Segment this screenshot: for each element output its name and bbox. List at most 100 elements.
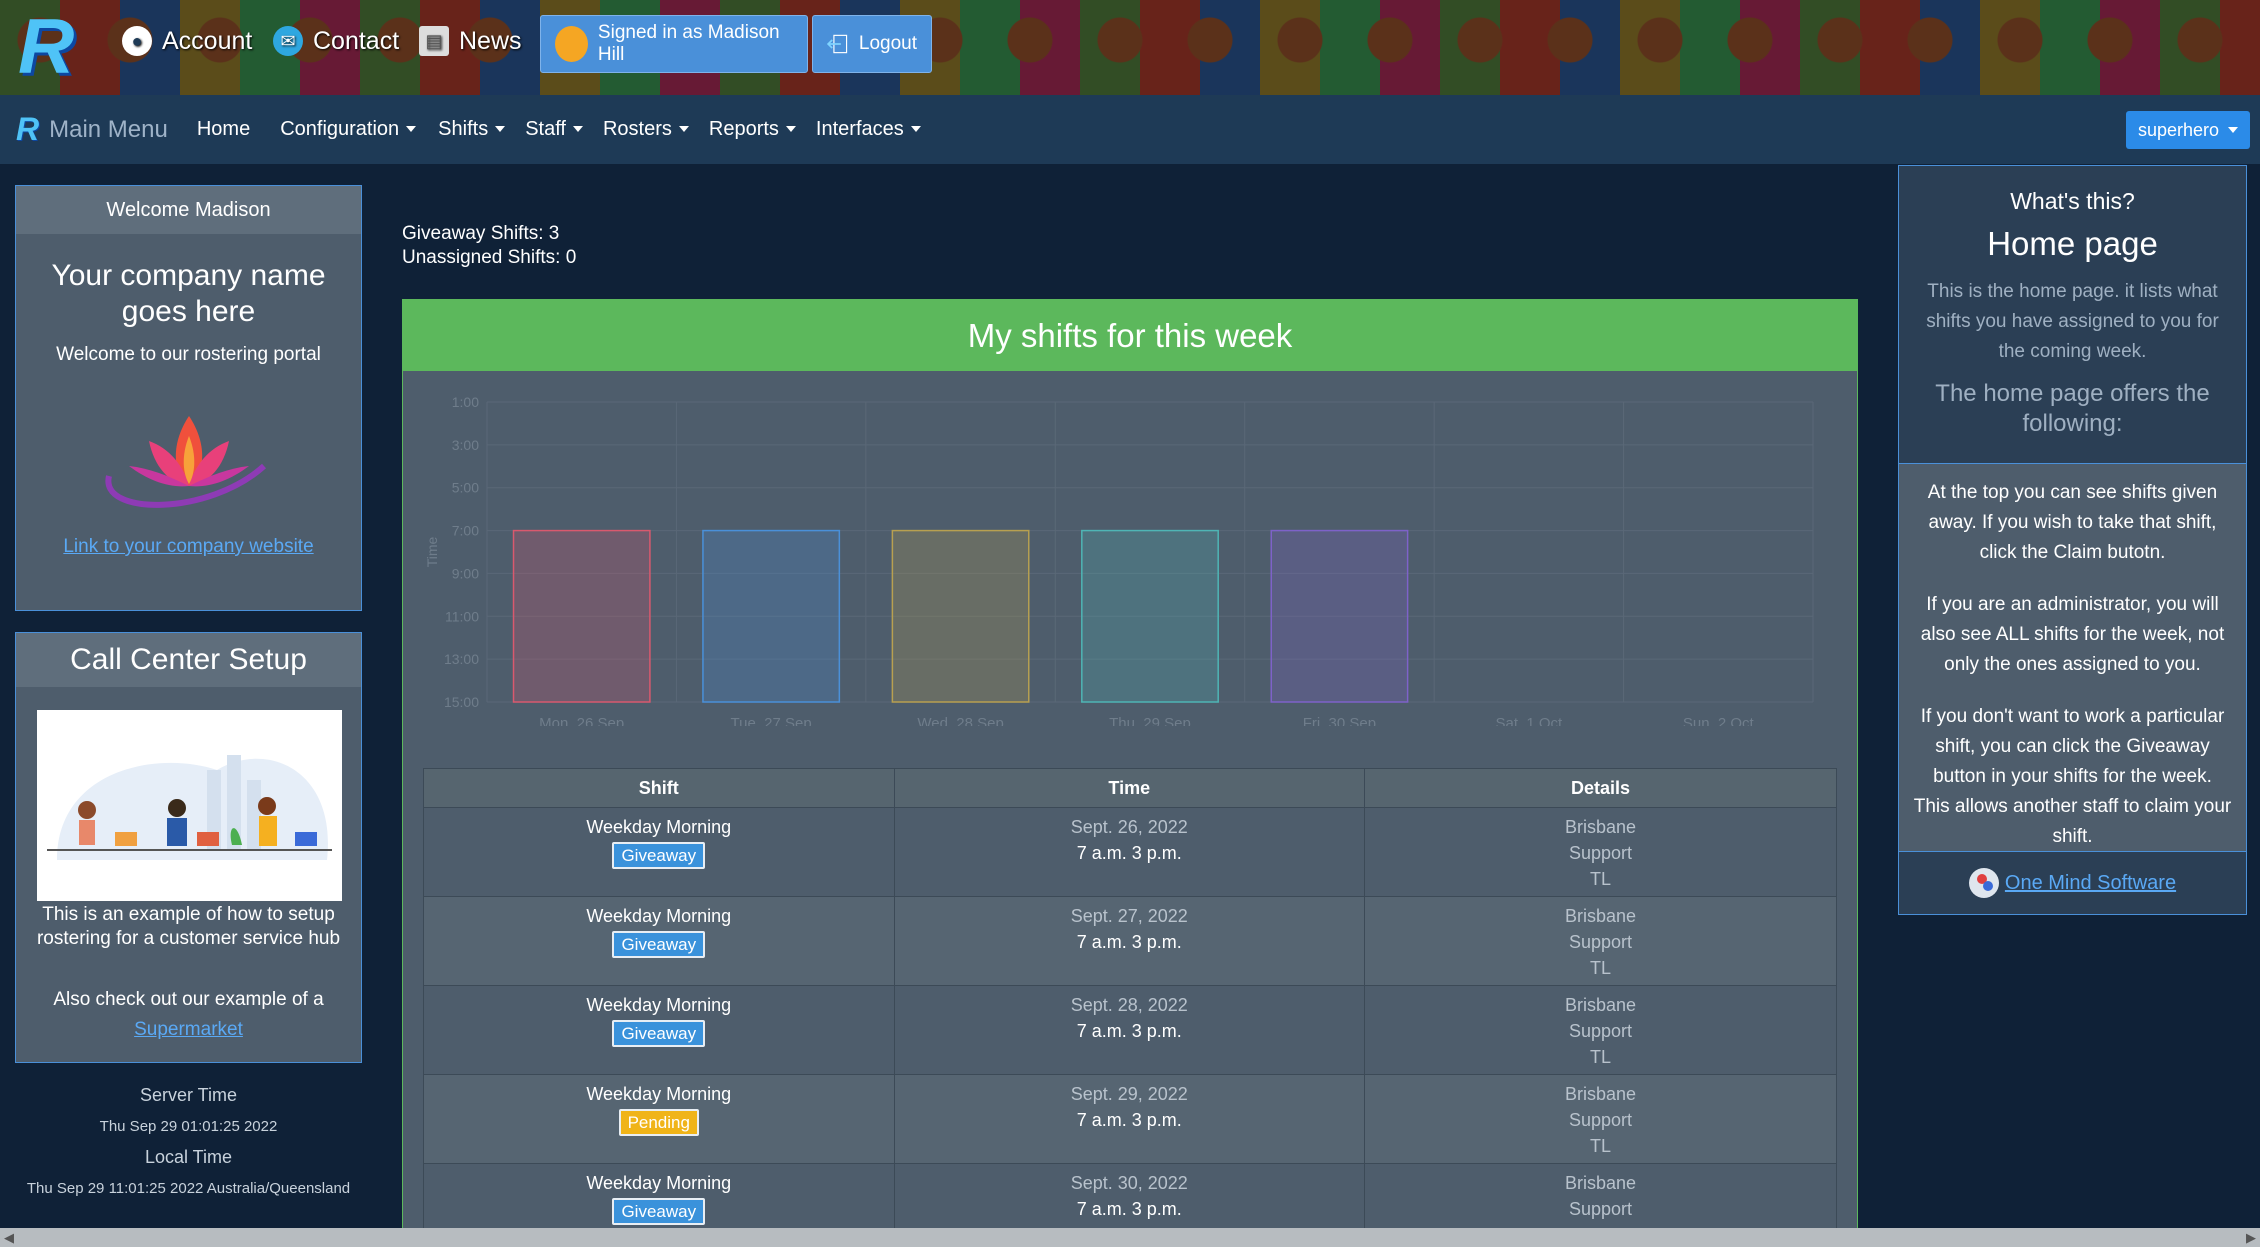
chart-y-axis-label: Time bbox=[424, 536, 440, 567]
shift-cell: Weekday Morning Pending bbox=[423, 1074, 895, 1164]
server-time-value: Thu Sep 29 01:01:25 2022 bbox=[99, 1118, 278, 1135]
detail-role: TL bbox=[1590, 869, 1612, 889]
unassigned-count: Unassigned Shifts: 0 bbox=[402, 247, 577, 268]
signed-in-button[interactable]: Signed in as Madison Hill bbox=[540, 15, 808, 73]
local-time-label: Local Time bbox=[144, 1147, 233, 1167]
one-mind-software-link[interactable]: One Mind Software bbox=[2005, 872, 2176, 895]
nav-rosters[interactable]: Rosters bbox=[603, 118, 689, 141]
column-header-details: Details bbox=[1364, 768, 1837, 808]
nav-home[interactable]: Home bbox=[197, 118, 250, 141]
app-logo[interactable]: R bbox=[18, 6, 74, 86]
shift-name: Weekday Morning bbox=[586, 817, 732, 837]
welcome-text: Welcome to our rostering portal bbox=[56, 344, 321, 365]
giveaway-button[interactable]: Giveaway bbox=[612, 1198, 706, 1225]
user-icon: ● bbox=[122, 26, 152, 56]
nav-interfaces[interactable]: Interfaces bbox=[816, 118, 921, 141]
chart-bar bbox=[1081, 529, 1219, 703]
help-paragraph-1: At the top you can see shifts given away… bbox=[1927, 482, 2218, 563]
details-cell: Brisbane Support TL bbox=[1364, 1074, 1837, 1164]
callcenter-also: Also check out our example of a Supermar… bbox=[26, 985, 351, 1045]
details-cell: Brisbane Support TL bbox=[1364, 985, 1837, 1075]
callcenter-card-header: Call Center Setup bbox=[16, 633, 361, 687]
news-link-label: News bbox=[459, 26, 522, 55]
table-row: Weekday Morning Pending Sept. 29, 2022 7 a.… bbox=[423, 1074, 1837, 1164]
chart-bar bbox=[891, 529, 1030, 703]
chart-x-tick: Sat, 1 Oct bbox=[1496, 715, 1564, 726]
chart-x-tick: Tue, 27 Sep bbox=[731, 715, 812, 726]
help-question: What's this? bbox=[2010, 188, 2135, 214]
local-time-value: Thu Sep 29 11:01:25 2022 Australia/Queen… bbox=[26, 1180, 351, 1197]
theme-dropdown[interactable]: superhero bbox=[2125, 111, 2250, 149]
time-cell: Sept. 26, 2022 7 a.m. 3 p.m. bbox=[893, 807, 1366, 897]
column-header-shift: Shift bbox=[423, 768, 895, 808]
contact-link-label: Contact bbox=[313, 26, 400, 55]
logout-button[interactable]: Logout bbox=[812, 15, 932, 73]
my-shifts-title: My shifts for this week bbox=[403, 300, 1857, 371]
shift-time: 7 a.m. 3 p.m. bbox=[1076, 1110, 1182, 1130]
chart-y-tick: 3:00 bbox=[452, 437, 479, 453]
contact-link[interactable]: ✉ Contact bbox=[273, 26, 399, 56]
help-panel: What's this? Home page This is the home … bbox=[1898, 165, 2247, 915]
detail-team: Support bbox=[1568, 843, 1633, 863]
giveaway-button[interactable]: Giveaway bbox=[612, 842, 706, 869]
nav-staff[interactable]: Staff bbox=[525, 118, 583, 141]
shift-time: 7 a.m. 3 p.m. bbox=[1076, 1199, 1182, 1219]
brain-icon bbox=[1968, 868, 1999, 898]
shift-chart: 1:00 3:00 5:00 7:00 9:00 11:00 13:00 15:00 Mon, … bbox=[424, 394, 1814, 726]
welcome-card: Welcome Madison Your company name goes h… bbox=[15, 185, 362, 611]
pending-button[interactable]: Pending bbox=[618, 1109, 699, 1136]
chart-y-tick: 15:00 bbox=[444, 694, 479, 710]
welcome-card-header: Welcome Madison bbox=[16, 186, 361, 234]
help-paragraph-3: If you don't want to work a particular s… bbox=[1913, 706, 2232, 847]
help-offers: The home page offers the following: bbox=[1935, 380, 2210, 437]
nav-configuration[interactable]: Configuration bbox=[280, 118, 416, 141]
table-row: Weekday Morning Giveaway Sept. 27, 2022 7 a… bbox=[423, 896, 1837, 986]
help-body: At the top you can see shifts given away… bbox=[1899, 464, 2246, 852]
giveaway-button[interactable]: Giveaway bbox=[612, 931, 706, 958]
callcenter-description: This is an example of how to setup roste… bbox=[36, 904, 341, 949]
company-website-link[interactable]: Link to your company website bbox=[16, 536, 361, 558]
news-link[interactable]: ▤ News bbox=[419, 26, 522, 56]
horizontal-scrollbar[interactable]: ◀ ▶ bbox=[0, 1228, 2260, 1247]
shift-name: Weekday Morning bbox=[586, 995, 732, 1015]
account-link-label: Account bbox=[162, 26, 253, 55]
account-link[interactable]: ● Account bbox=[122, 26, 252, 56]
shift-time: 7 a.m. 3 p.m. bbox=[1076, 1021, 1182, 1041]
help-panel-header: What's this? Home page This is the home … bbox=[1899, 166, 2246, 464]
brand-logo-icon: R bbox=[16, 111, 40, 147]
help-paragraph-2: If you are an administrator, you will al… bbox=[1920, 594, 2225, 675]
chart-bar bbox=[1270, 529, 1409, 703]
supermarket-link[interactable]: Supermarket bbox=[134, 1019, 243, 1040]
details-cell: Brisbane Support TL bbox=[1364, 896, 1837, 986]
main-navbar: R Main Menu Home Configuration Shifts St… bbox=[0, 95, 2260, 164]
chart-x-tick: Fri, 30 Sep bbox=[1303, 715, 1376, 726]
shift-date: Sept. 28, 2022 bbox=[1070, 995, 1188, 1015]
detail-role: TL bbox=[1590, 1047, 1612, 1067]
scroll-left-icon[interactable]: ◀ bbox=[4, 1230, 14, 1246]
main-menu-brand[interactable]: R Main Menu bbox=[16, 111, 168, 148]
chart-y-tick: 1:00 bbox=[452, 394, 479, 410]
nav-shifts[interactable]: Shifts bbox=[438, 118, 505, 141]
mail-icon: ✉ bbox=[273, 26, 303, 56]
table-row: Weekday Morning Giveaway Sept. 28, 2022 7 a… bbox=[423, 985, 1837, 1075]
shift-name: Weekday Morning bbox=[586, 906, 732, 926]
giveaway-button[interactable]: Giveaway bbox=[612, 1020, 706, 1047]
chart-y-tick: 7:00 bbox=[452, 523, 479, 539]
chart-y-tick: 11:00 bbox=[445, 608, 479, 624]
nav-reports[interactable]: Reports bbox=[709, 118, 796, 141]
chart-x-tick: Sun, 2 Oct bbox=[1683, 715, 1755, 726]
help-description: This is the home page. it lists what shi… bbox=[1926, 281, 2219, 362]
detail-team: Support bbox=[1568, 1110, 1633, 1130]
detail-location: Brisbane bbox=[1564, 817, 1637, 837]
detail-location: Brisbane bbox=[1564, 995, 1637, 1015]
scroll-right-icon[interactable]: ▶ bbox=[2246, 1230, 2256, 1246]
shift-cell: Weekday Morning Giveaway bbox=[423, 985, 895, 1075]
shift-cell: Weekday Morning Giveaway bbox=[423, 807, 895, 897]
table-row: Weekday Morning Giveaway Sept. 26, 2022 7 a… bbox=[423, 807, 1837, 897]
chart-y-tick: 9:00 bbox=[452, 565, 479, 581]
header-banner: R ● Account ✉ Contact ▤ News Signed in a… bbox=[0, 0, 2260, 95]
detail-team: Support bbox=[1568, 1199, 1633, 1219]
help-footer: One Mind Software bbox=[1899, 852, 2246, 914]
shift-date: Sept. 26, 2022 bbox=[1070, 817, 1188, 837]
time-cell: Sept. 28, 2022 7 a.m. 3 p.m. bbox=[893, 985, 1366, 1075]
